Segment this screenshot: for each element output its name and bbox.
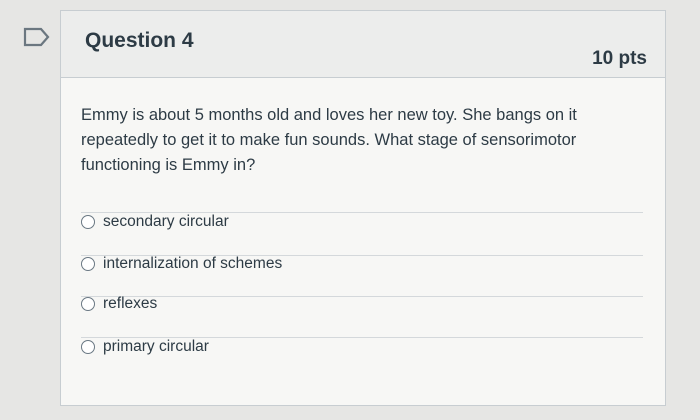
radio-button[interactable] (81, 340, 95, 354)
radio-button[interactable] (81, 215, 95, 229)
answer-label: reflexes (103, 295, 158, 312)
question-text: Emmy is about 5 months old and loves her… (81, 106, 577, 174)
answer-label: internalization of schemes (103, 255, 283, 272)
radio-button[interactable] (81, 297, 95, 311)
flag-question-icon[interactable] (22, 26, 52, 48)
answer-option-1[interactable]: secondary circular (81, 213, 229, 231)
radio-button[interactable] (81, 257, 95, 271)
answer-option-2[interactable]: internalization of schemes (81, 255, 282, 273)
answer-label: secondary circular (103, 213, 229, 230)
question-points: 10 pts (592, 48, 647, 69)
answer-option-3[interactable]: reflexes (81, 295, 157, 313)
answer-label: primary circular (103, 338, 209, 355)
answer-option-4[interactable]: primary circular (81, 338, 209, 356)
question-title: Question 4 (85, 29, 194, 52)
question-card: Question 4 10 pts Emmy is about 5 months… (60, 10, 666, 406)
answer-divider (81, 296, 643, 297)
question-header: Question 4 10 pts (61, 11, 665, 78)
